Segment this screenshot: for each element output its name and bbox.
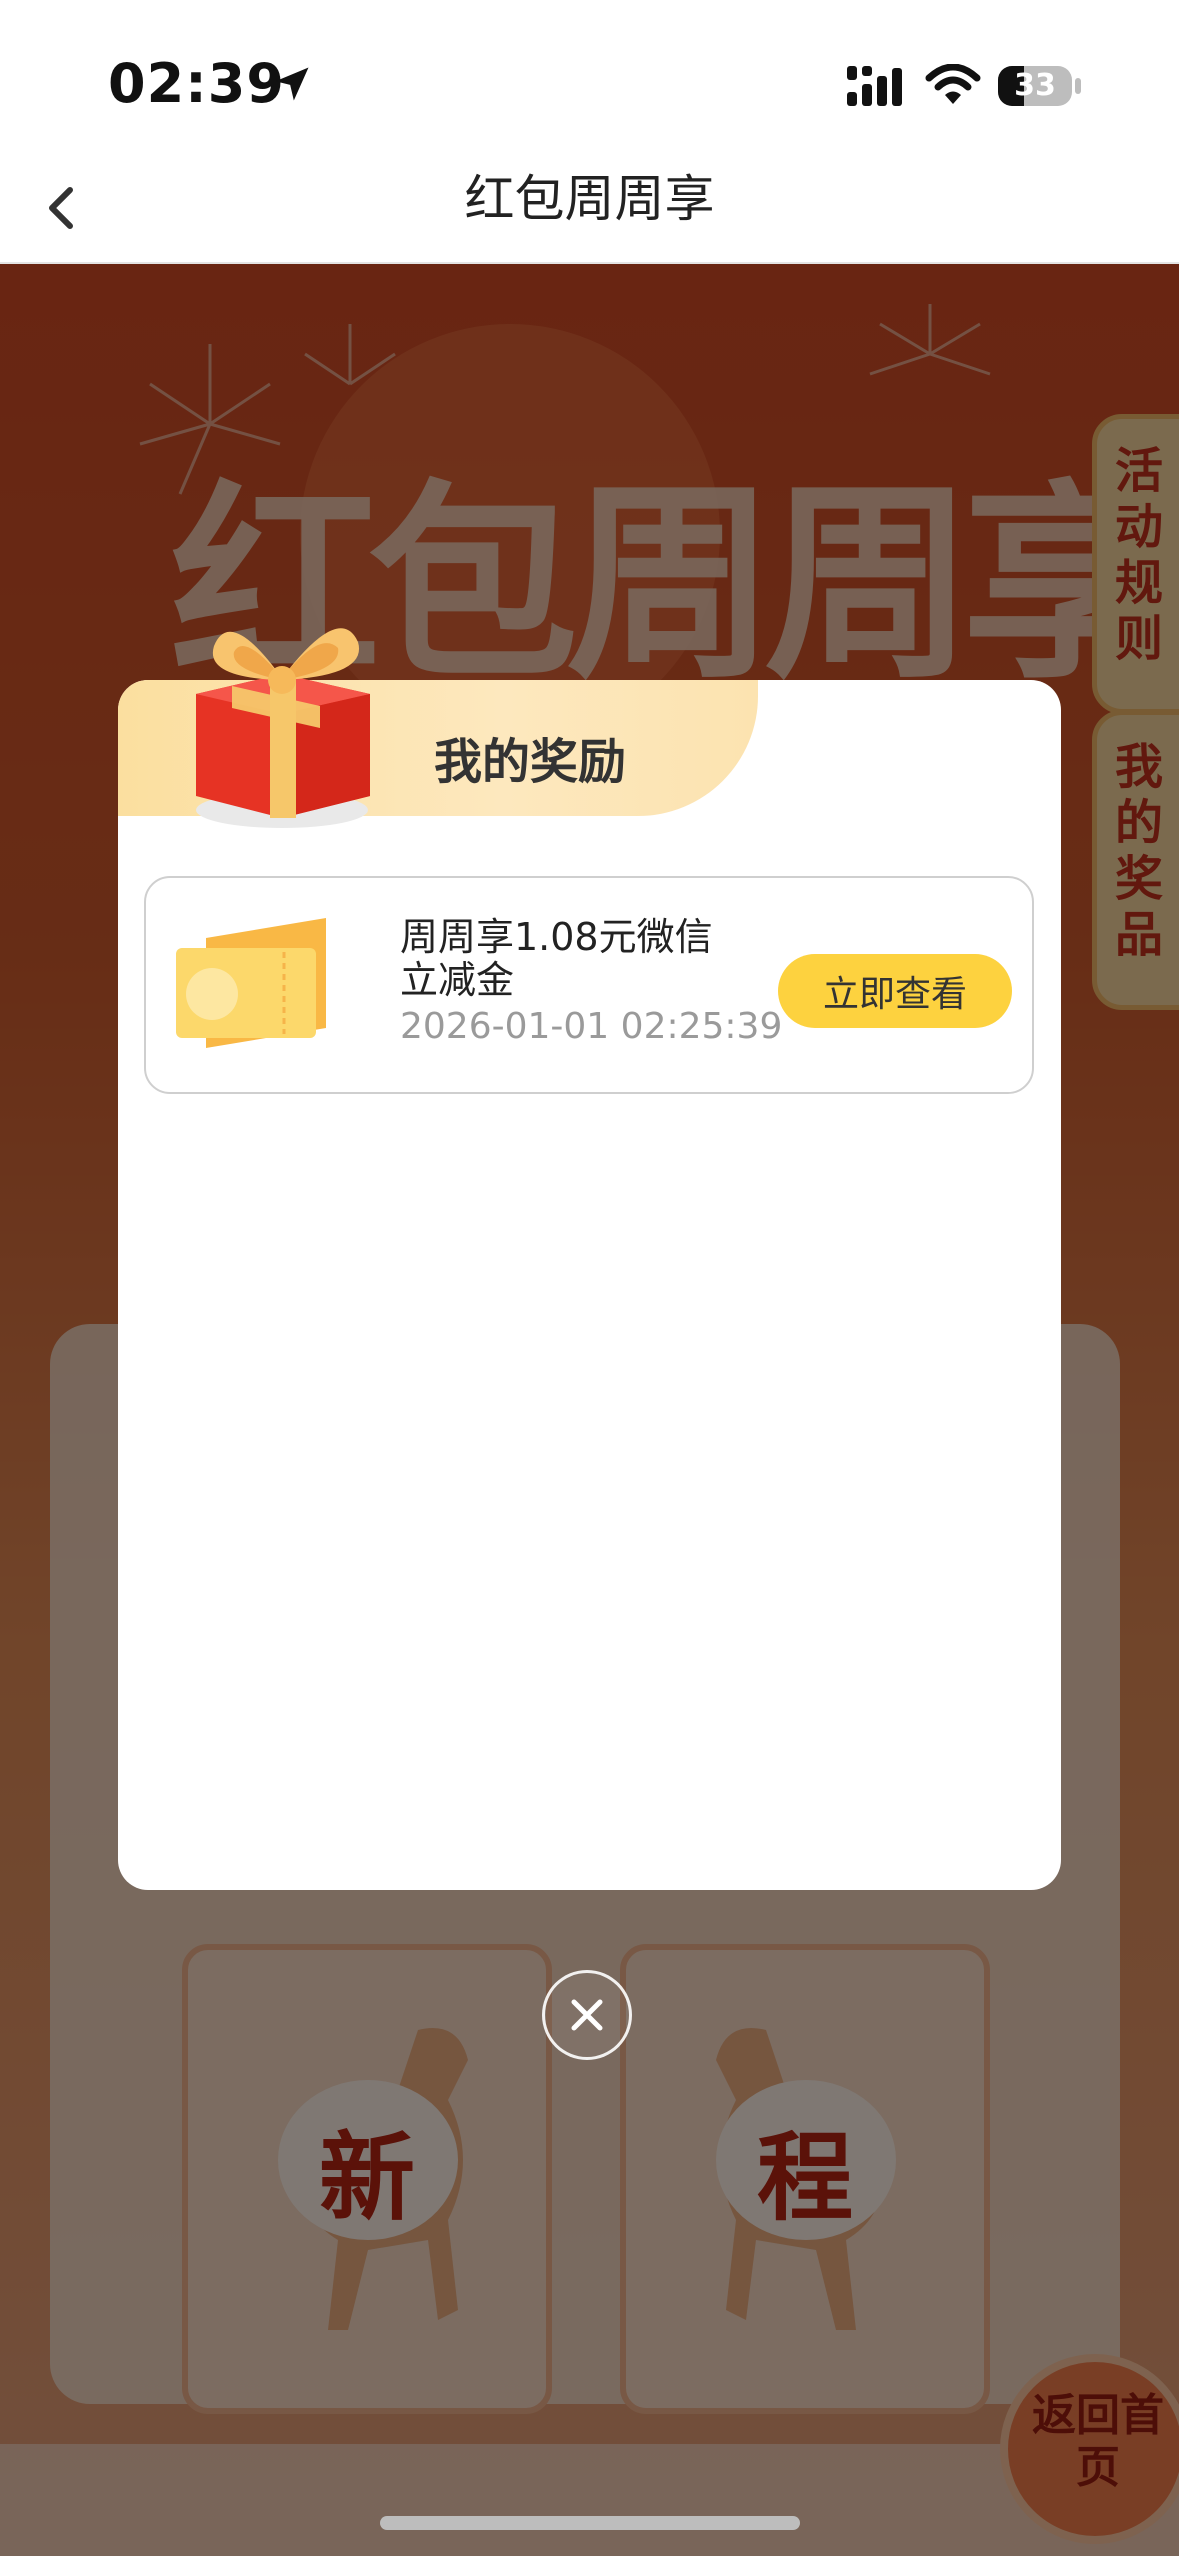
- my-rewards-modal: 我的奖励 周周享1.08元微信立减金 2026-01-01 02:25:39 立…: [118, 628, 1061, 1890]
- back-button[interactable]: [24, 168, 104, 248]
- reward-item: 周周享1.08元微信立减金 2026-01-01 02:25:39 立即查看: [144, 876, 1034, 1094]
- status-bar: 02:39 33: [0, 0, 1179, 150]
- coupon-ticket-icon: [176, 918, 326, 1048]
- modal-title: 我的奖励: [434, 734, 627, 790]
- battery-percent: 33: [1014, 68, 1056, 103]
- battery-tip: [1075, 78, 1081, 94]
- page-title: 红包周周享: [464, 170, 715, 228]
- battery-icon: 33: [998, 66, 1072, 106]
- chevron-left-icon: [49, 187, 73, 229]
- home-indicator[interactable]: [380, 2516, 800, 2530]
- status-time: 02:39: [108, 52, 285, 115]
- reward-name: 周周享1.08元微信立减金: [400, 915, 713, 1002]
- close-modal-button[interactable]: [542, 1970, 632, 2060]
- close-circle-icon: [571, 1999, 603, 2031]
- view-now-button[interactable]: 立即查看: [778, 954, 1012, 1028]
- signal-icon: [847, 66, 902, 106]
- gift-box-icon: [196, 628, 370, 828]
- reward-timestamp: 2026-01-01 02:25:39: [400, 1006, 783, 1047]
- wifi-icon: [925, 64, 981, 104]
- location-arrow-icon: [275, 67, 309, 101]
- nav-bar: 红包周周享: [0, 150, 1179, 264]
